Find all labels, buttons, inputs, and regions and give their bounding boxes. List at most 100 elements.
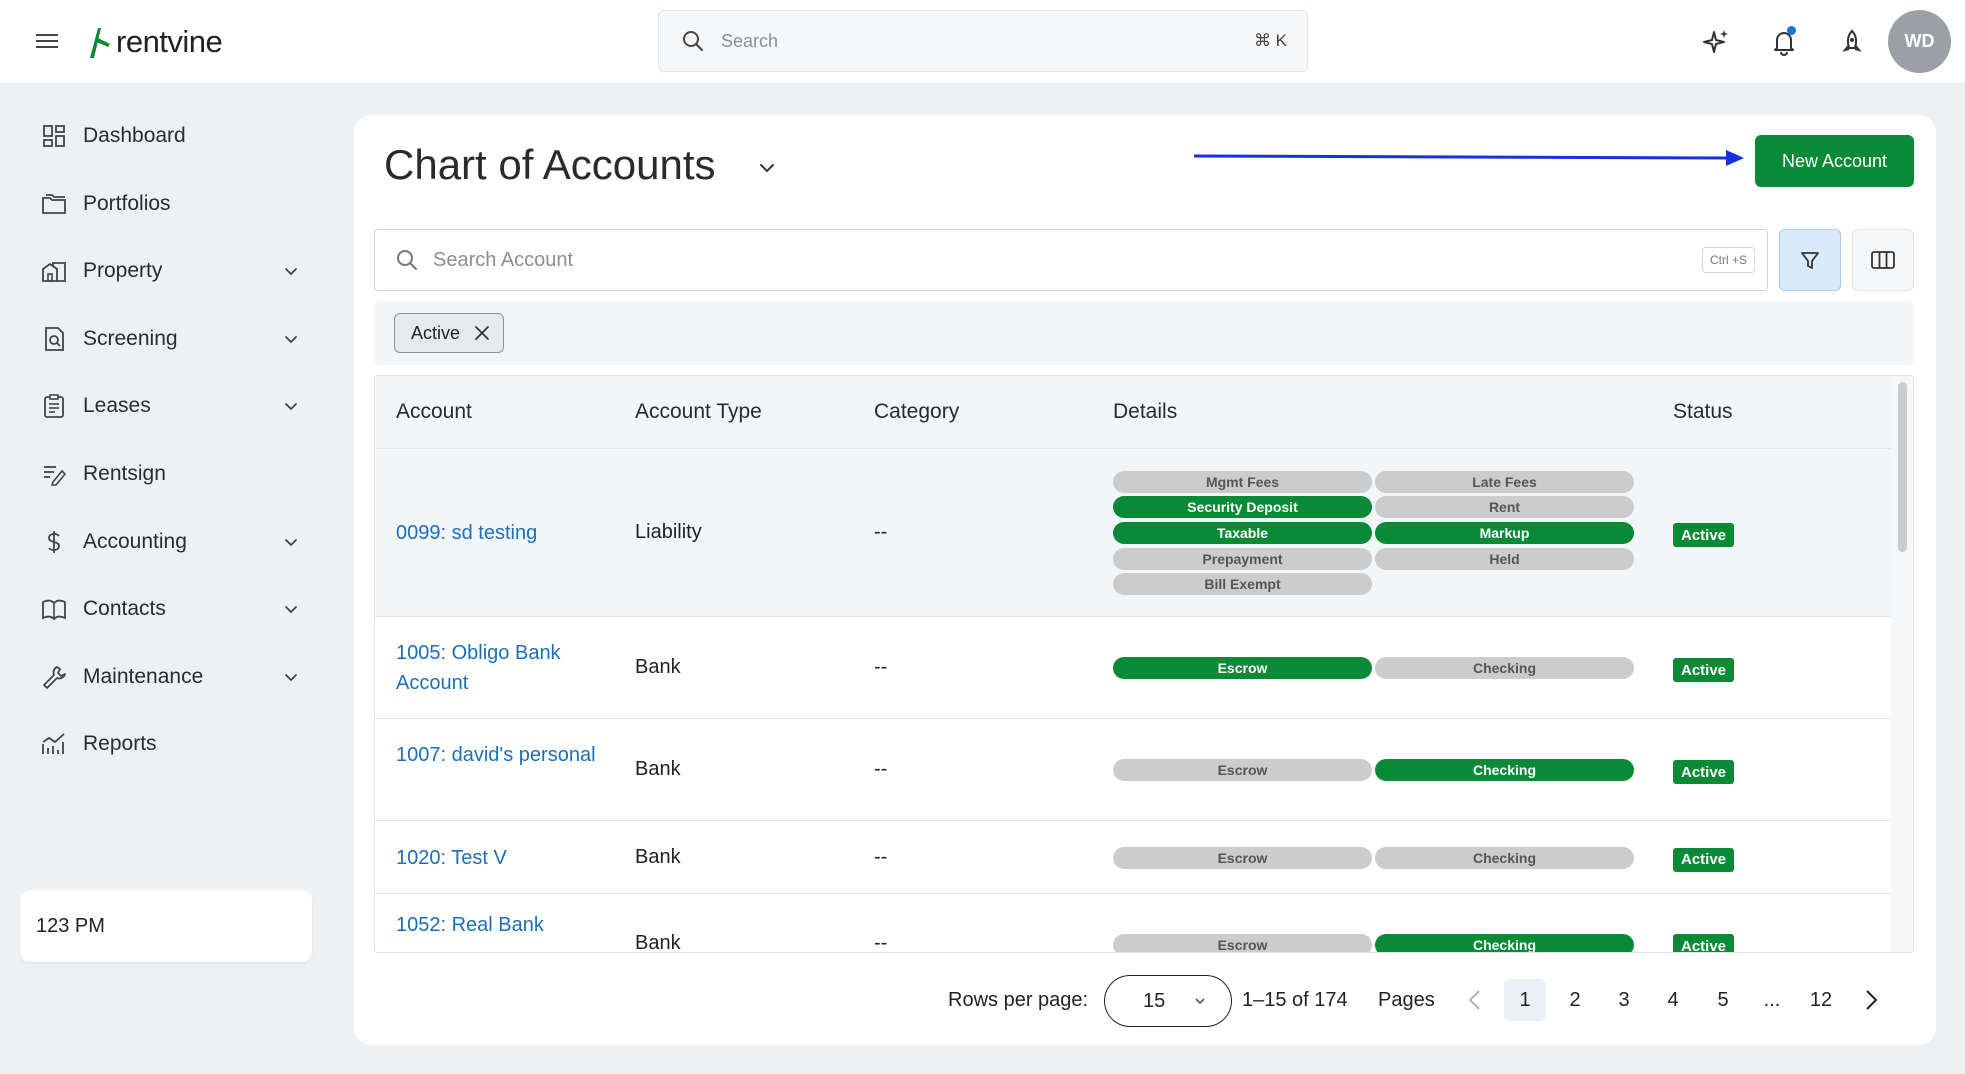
account-type: Bank: [635, 845, 681, 868]
table-scrollbar[interactable]: [1891, 376, 1913, 952]
sidebar-item-label: Rentsign: [83, 462, 166, 485]
notification-dot: [1787, 26, 1796, 35]
status-badge: Active: [1673, 523, 1734, 547]
detail-tag: Late Fees: [1375, 470, 1634, 493]
pagination-range: 1–15 of 174: [1242, 989, 1348, 1011]
page-button-1[interactable]: 1: [1504, 979, 1546, 1021]
filter-chip-active[interactable]: Active: [394, 313, 504, 353]
sidebar-footer-card[interactable]: 123 PM: [20, 890, 312, 962]
chevron-down-icon[interactable]: [282, 397, 300, 415]
sidebar-item-rentsign[interactable]: Rentsign: [40, 452, 300, 496]
sidebar-item-screening[interactable]: Screening: [40, 317, 300, 361]
account-search-input[interactable]: Search Account Ctrl +S: [374, 229, 1768, 291]
account-link[interactable]: 1052: Real Bank: [396, 910, 606, 940]
chevron-down-icon[interactable]: [282, 533, 300, 551]
columns-icon: [1871, 251, 1895, 269]
chevron-down-icon[interactable]: [282, 262, 300, 280]
column-header-account-type[interactable]: Account Type: [635, 400, 762, 424]
page-button-4[interactable]: 4: [1652, 979, 1694, 1021]
close-icon[interactable]: [473, 324, 491, 342]
columns-button[interactable]: [1852, 229, 1914, 291]
account-type: Bank: [635, 932, 681, 953]
table-row[interactable]: 0099: sd testing Liability -- Mgmt Fees Late…: [375, 449, 1891, 617]
account-type: Bank: [635, 656, 681, 678]
table-row[interactable]: 1020: Test V Bank -- Escrow Checking Active: [375, 821, 1891, 894]
user-avatar[interactable]: WD: [1888, 10, 1951, 73]
dashboard-icon: [40, 122, 68, 150]
global-search-input[interactable]: Search ⌘ K: [658, 10, 1308, 72]
main-panel: Chart of Accounts New Account Search Acc…: [354, 115, 1936, 1045]
filter-button[interactable]: [1779, 229, 1841, 291]
menu-icon[interactable]: [34, 30, 60, 54]
detail-tag: Mgmt Fees: [1113, 470, 1372, 493]
column-header-account[interactable]: Account: [396, 400, 472, 424]
sidebar-item-accounting[interactable]: Accounting: [40, 520, 300, 564]
page-button-12[interactable]: 12: [1800, 979, 1842, 1021]
sidebar-item-label: Leases: [83, 394, 151, 418]
account-category: --: [874, 758, 888, 780]
screening-icon: [40, 325, 68, 353]
detail-tag: Escrow: [1113, 846, 1372, 869]
sidebar-item-label: Reports: [83, 732, 157, 756]
scrollbar-thumb[interactable]: [1898, 382, 1907, 552]
sidebar-item-property[interactable]: Property: [40, 249, 300, 293]
sidebar-item-contacts[interactable]: Contacts: [40, 587, 300, 631]
account-link[interactable]: 1007: david's personal: [396, 740, 606, 770]
rocket-icon[interactable]: [1836, 26, 1868, 58]
rows-per-page-select[interactable]: 15: [1104, 975, 1232, 1027]
column-header-status[interactable]: Status: [1673, 400, 1733, 424]
detail-tag: Bill Exempt: [1113, 573, 1372, 596]
building-icon: [40, 257, 68, 285]
ai-sparkle-icon[interactable]: [1700, 26, 1732, 58]
detail-tag: Checking: [1375, 934, 1634, 952]
sidebar-item-label: Portfolios: [83, 191, 171, 215]
account-link[interactable]: 0099: sd testing: [396, 518, 606, 548]
detail-tag: Prepayment: [1113, 547, 1372, 570]
page-button-3[interactable]: 3: [1603, 979, 1645, 1021]
search-icon: [397, 250, 417, 270]
account-type: Liability: [635, 521, 702, 543]
sidebar-item-dashboard[interactable]: Dashboard: [40, 114, 300, 158]
status-badge: Active: [1673, 847, 1734, 872]
account-link[interactable]: 1020: Test V: [396, 843, 606, 873]
detail-tag: Escrow: [1113, 759, 1372, 781]
table-row[interactable]: 1005: Obligo Bank Account Bank -- Escrow Che…: [375, 617, 1891, 719]
sidebar-item-leases[interactable]: Leases: [40, 384, 300, 428]
account-search-placeholder: Search Account: [433, 248, 574, 271]
new-account-button[interactable]: New Account: [1755, 135, 1914, 187]
table-row[interactable]: 1007: david's personal Bank -- Escrow Checki…: [375, 719, 1891, 821]
page-button-2[interactable]: 2: [1554, 979, 1596, 1021]
chart-icon: [40, 730, 68, 758]
column-header-details[interactable]: Details: [1113, 400, 1177, 424]
table-row[interactable]: 1052: Real Bank Bank -- Escrow Checking Activ…: [375, 894, 1891, 953]
signature-icon: [40, 460, 68, 488]
chevron-down-icon[interactable]: [282, 668, 300, 686]
chevron-down-icon: [1195, 998, 1205, 1005]
column-header-category[interactable]: Category: [874, 400, 959, 424]
brand-logo[interactable]: rentvine: [86, 22, 223, 62]
folder-icon: [40, 190, 68, 218]
previous-page-icon[interactable]: [1460, 985, 1490, 1015]
sidebar-item-label: Dashboard: [83, 124, 186, 147]
page-ellipsis: ...: [1763, 988, 1781, 1011]
annotation-arrow: [1194, 150, 1744, 166]
title-chevron-down-icon[interactable]: [756, 157, 778, 179]
detail-tag: Security Deposit: [1113, 496, 1372, 519]
sidebar-item-reports[interactable]: Reports: [40, 722, 300, 766]
account-link[interactable]: 1005: Obligo Bank Account: [396, 638, 606, 698]
sidebar-item-label: Screening: [83, 326, 178, 350]
next-page-icon[interactable]: [1856, 985, 1886, 1015]
sidebar-item-portfolios[interactable]: Portfolios: [40, 182, 300, 226]
chevron-down-icon[interactable]: [282, 600, 300, 618]
rows-per-page-label: Rows per page:: [948, 989, 1089, 1011]
book-icon: [40, 595, 68, 623]
detail-tag: Checking: [1375, 759, 1634, 781]
sidebar-item-maintenance[interactable]: Maintenance: [40, 655, 300, 699]
notifications-bell-icon[interactable]: [1768, 26, 1800, 58]
sidebar-item-label: Contacts: [83, 597, 166, 621]
clipboard-icon: [40, 392, 68, 420]
detail-tag: Checking: [1375, 846, 1634, 869]
chevron-down-icon[interactable]: [282, 330, 300, 348]
page-button-5[interactable]: 5: [1702, 979, 1744, 1021]
rentvine-logo-icon: [90, 28, 110, 58]
